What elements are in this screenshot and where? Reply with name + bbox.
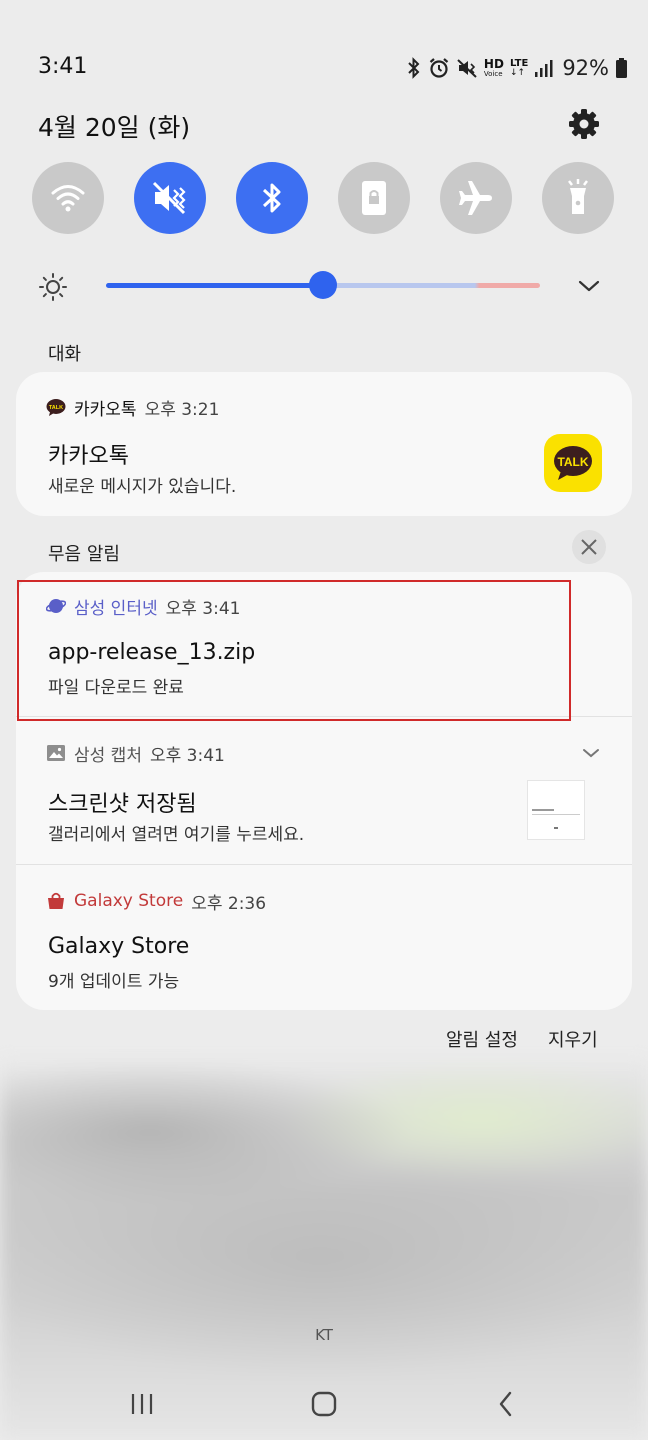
sound-mute-toggle[interactable] bbox=[134, 162, 206, 234]
back-button[interactable] bbox=[476, 1380, 536, 1428]
mute-status-icon bbox=[457, 59, 477, 78]
home-button[interactable] bbox=[294, 1380, 354, 1428]
carrier-label: KT bbox=[315, 1326, 333, 1344]
lte-indicator: LTE ↓↑ bbox=[509, 58, 529, 78]
status-time: 3:41 bbox=[38, 54, 88, 79]
capture-title: 스크린샷 저장됨 bbox=[48, 792, 197, 817]
mute-icon bbox=[152, 181, 186, 215]
expand-chevron-icon[interactable] bbox=[576, 276, 602, 296]
date-label: 4월 20일 (화) bbox=[38, 113, 191, 142]
galaxy-store-bag-icon bbox=[48, 892, 64, 909]
recents-icon bbox=[131, 1394, 153, 1414]
flashlight-toggle[interactable] bbox=[542, 162, 614, 234]
gallery-image-icon bbox=[47, 745, 65, 761]
section-silent: 무음 알림 bbox=[48, 544, 120, 565]
brightness-icon bbox=[39, 273, 67, 301]
store-app-name: Galaxy Store bbox=[74, 891, 184, 911]
kakao-small-icon: TALK bbox=[46, 399, 66, 416]
kakao-large-label: TALK bbox=[557, 455, 588, 469]
bluetooth-toggle[interactable] bbox=[236, 162, 308, 234]
bluetooth-icon bbox=[262, 183, 281, 213]
home-icon bbox=[311, 1391, 337, 1417]
wifi-toggle[interactable] bbox=[32, 162, 104, 234]
capture-app-name: 삼성 캡처 bbox=[74, 745, 142, 766]
close-icon bbox=[581, 539, 597, 555]
recent-apps-button[interactable] bbox=[112, 1380, 172, 1428]
kakao-large-icon: TALK bbox=[544, 434, 602, 492]
flashlight-icon bbox=[568, 179, 588, 214]
capture-notification-header: 삼성 캡처 오후 3:41 bbox=[46, 742, 225, 766]
signal-icon bbox=[535, 60, 553, 77]
airplane-icon bbox=[459, 181, 492, 215]
wifi-icon bbox=[51, 185, 85, 212]
kakao-notification-header: TALK 카카오톡 오후 3:21 bbox=[46, 396, 220, 420]
kakao-small-label: TALK bbox=[49, 405, 63, 411]
store-notification-header: Galaxy Store 오후 2:36 bbox=[46, 890, 267, 914]
store-time: 오후 2:36 bbox=[191, 893, 267, 914]
highlight-box bbox=[17, 580, 571, 721]
screenshot-thumbnail bbox=[527, 780, 585, 840]
bluetooth-status-icon bbox=[408, 57, 420, 79]
notification-settings-button[interactable]: 알림 설정 bbox=[446, 1026, 518, 1052]
battery-percent: 92% bbox=[562, 56, 609, 80]
settings-gear-icon[interactable] bbox=[566, 106, 602, 142]
store-title: Galaxy Store bbox=[48, 934, 190, 959]
capture-text: 갤러리에서 열려면 여기를 누르세요. bbox=[48, 825, 305, 845]
store-text: 9개 업데이트 가능 bbox=[48, 972, 180, 992]
back-icon bbox=[499, 1391, 512, 1417]
capture-time: 오후 3:41 bbox=[149, 745, 225, 766]
hd-label: HD bbox=[483, 57, 504, 71]
kakao-app-name: 카카오톡 bbox=[74, 399, 137, 420]
kakao-title: 카카오톡 bbox=[48, 444, 129, 469]
quick-settings bbox=[32, 162, 616, 234]
rotation-lock-toggle[interactable] bbox=[338, 162, 410, 234]
navigation-bar bbox=[0, 1380, 648, 1428]
alarm-status-icon bbox=[429, 58, 449, 78]
capture-expand-chevron-icon[interactable] bbox=[581, 746, 601, 760]
airplane-mode-toggle[interactable] bbox=[440, 162, 512, 234]
kakao-notification-card[interactable]: TALK 카카오톡 오후 3:21 카카오톡 새로운 메시지가 있습니다. TA… bbox=[16, 372, 632, 516]
hd-voice-indicator: HD Voice bbox=[484, 58, 504, 78]
voice-label: Voice bbox=[483, 70, 503, 78]
kakao-text: 새로운 메시지가 있습니다. bbox=[48, 477, 237, 497]
rotation-lock-icon bbox=[362, 181, 386, 215]
battery-icon bbox=[616, 58, 627, 78]
store-notification[interactable]: Galaxy Store 오후 2:36 Galaxy Store 9개 업데이… bbox=[16, 865, 632, 1010]
status-bar: 3:41 HD Voice LTE ↓↑ 92% bbox=[0, 48, 648, 88]
kakao-time: 오후 3:21 bbox=[144, 399, 220, 420]
status-icons: HD Voice LTE ↓↑ 92% bbox=[406, 54, 628, 82]
dismiss-silent-button[interactable] bbox=[572, 530, 606, 564]
clear-all-button[interactable]: 지우기 bbox=[548, 1026, 598, 1052]
section-conversations: 대화 bbox=[48, 344, 82, 365]
brightness-slider-thumb[interactable] bbox=[309, 271, 337, 299]
